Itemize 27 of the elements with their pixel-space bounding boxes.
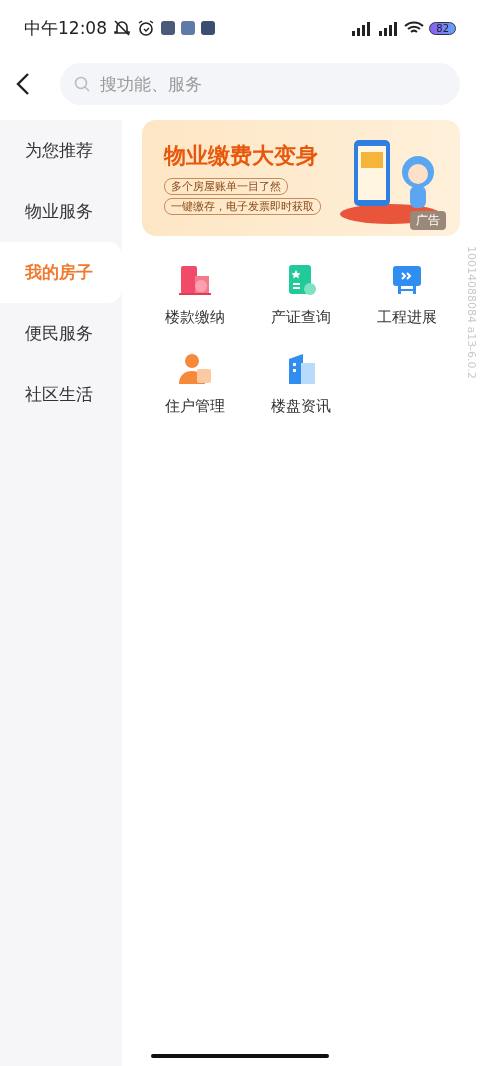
category-item[interactable]: 物业服务: [0, 181, 122, 242]
signal-icon: [350, 20, 373, 36]
promo-banner[interactable]: 物业缴费大变身 多个房屋账单一目了然 一键缴存，电子发票即时获取 广告: [142, 120, 460, 236]
ad-label: 广告: [410, 211, 446, 230]
banner-tagline: 一键缴存，电子发票即时获取: [164, 198, 321, 215]
banner-title: 物业缴费大变身: [164, 142, 319, 170]
status-time: 中午12:08: [24, 16, 107, 40]
category-item[interactable]: 为您推荐: [0, 120, 122, 181]
banner-tagline: 多个房屋账单一目了然: [164, 178, 288, 195]
signal-icon: [377, 20, 400, 36]
service-item[interactable]: 工程进展: [354, 262, 460, 327]
service-item[interactable]: 楼款缴纳: [142, 262, 248, 327]
app-notification-icon: [181, 21, 195, 35]
search-icon: [74, 76, 90, 92]
app-notification-icon: [201, 21, 215, 35]
service-item[interactable]: 楼盘资讯: [248, 351, 354, 416]
wifi-icon: [404, 20, 425, 36]
bell-off-icon: [113, 19, 131, 37]
person-icon: [177, 351, 213, 387]
app-notification-icon: [161, 21, 175, 35]
alarm-icon: [137, 19, 155, 37]
category-item[interactable]: 社区生活: [0, 364, 122, 425]
category-item[interactable]: 便民服务: [0, 303, 122, 364]
battery-level: 82: [429, 21, 456, 35]
search-field[interactable]: 搜功能、服务: [60, 63, 460, 105]
service-item[interactable]: 住户管理: [142, 351, 248, 416]
service-item[interactable]: 产证查询: [248, 262, 354, 327]
